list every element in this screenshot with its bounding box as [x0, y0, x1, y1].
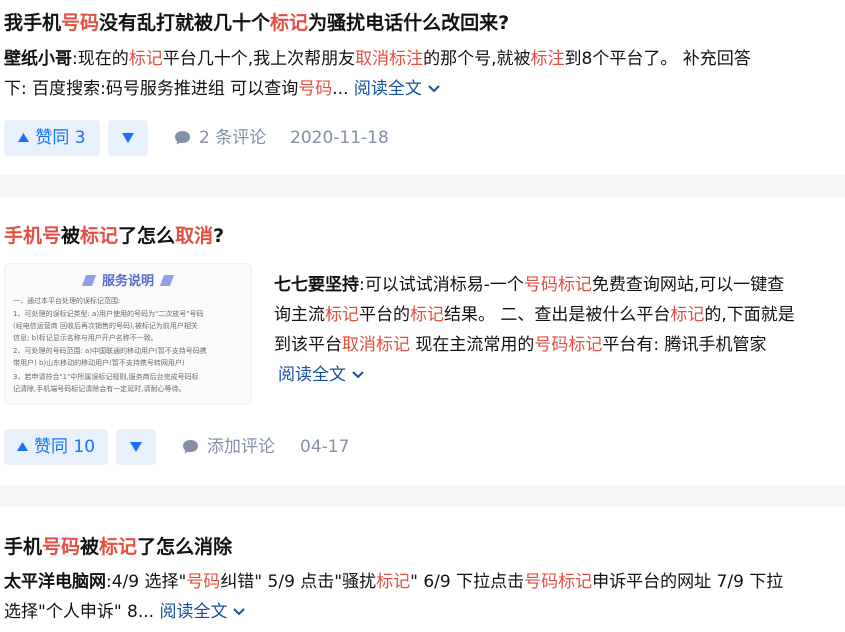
result-date-2: 04-17: [300, 437, 350, 457]
comment-button-2[interactable]: 添加评论: [182, 429, 275, 465]
highlighted-keyword: 标记: [325, 305, 359, 325]
highlighted-keyword: 取消: [175, 225, 214, 247]
text-segment: 申诉平台的网址 7/9 下拉: [592, 572, 784, 592]
thumbnail-line: (经电信运营商 回收后再次销售的号码),被标记为前用户相关: [13, 322, 198, 330]
result-title-3[interactable]: 手机号码被标记了怎么消除: [4, 534, 232, 560]
thumbnail-line: 带用户) b)山东移动的移动用户(暂不支持携号转网用户): [13, 359, 185, 367]
text-segment: 现在主流常用的: [410, 335, 535, 355]
downvote-button-2[interactable]: [116, 429, 156, 465]
thumbnail-title: 服务说明: [5, 270, 251, 289]
upvote-button-2[interactable]: 赞同 10: [4, 429, 108, 465]
thumbnail-line: 2、可处理的号码范围: a)中国联通的移动用户(暂不支持号码携: [13, 347, 207, 355]
highlighted-keyword: 号码标记: [534, 335, 603, 355]
text-segment: 平台几十个,我上次帮朋友: [162, 49, 356, 69]
highlighted-keyword: 标记: [128, 49, 163, 69]
highlighted-keyword: 取消标记: [342, 335, 410, 355]
highlighted-keyword: 号码标记: [523, 275, 592, 295]
text-segment: 我手机: [4, 12, 62, 34]
downvote-triangle-icon: [130, 442, 142, 452]
text-segment: 没有乱打就被几十个: [99, 12, 271, 34]
text-segment: ...: [332, 79, 349, 99]
comment-bubble-icon: [183, 440, 198, 454]
highlighted-keyword: 号码: [61, 12, 100, 34]
text-segment: 询主流: [274, 305, 325, 325]
thumbnail-line: 一、通过本平台处理的误标记范围:: [13, 297, 121, 305]
result-excerpt-1: 壁纸小哥:现在的标记平台几十个,我上次帮朋友取消标注的那个号,就被标注到8个平台…: [4, 44, 844, 104]
highlighted-keyword: 号码: [298, 79, 333, 99]
text-segment: 下: 百度搜索:码号服务推进组 可以查询: [4, 79, 299, 99]
search-results-page: 我手机号码没有乱打就被几十个标记为骚扰电话什么改回来? 壁纸小哥:现在的标记平台…: [0, 0, 845, 632]
result-card-1: 我手机号码没有乱打就被几十个标记为骚扰电话什么改回来? 壁纸小哥:现在的标记平台…: [0, 0, 845, 175]
text-segment: 结果。 二、查出是被什么平台: [444, 305, 671, 325]
text-segment: 的,下面就是: [704, 305, 795, 325]
text-segment: ?: [213, 225, 225, 247]
upvote-triangle-icon: [16, 442, 28, 451]
text-segment: 了怎么: [118, 225, 176, 247]
result-thumbnail-2[interactable]: 服务说明 一、通过本平台处理的误标记范围: 1、可处理的误标记类型: a)用户使…: [4, 263, 252, 405]
text-segment: " 6/9 下拉点击: [410, 572, 525, 592]
text-segment: 了怎么消除: [137, 536, 233, 558]
read-more-link-3[interactable]: 阅读全文: [159, 602, 247, 622]
text-segment: 免费查询网站,可以一键查: [591, 275, 785, 295]
separator-1: [0, 175, 845, 197]
upvote-button-1[interactable]: 赞同 3: [4, 120, 100, 156]
thumbnail-line: 信息; b)标记显示名称与用户开户名称不一致。: [13, 334, 158, 342]
text-segment: 平台有: 腾讯手机管家: [602, 335, 767, 355]
result-author-2[interactable]: 七七要坚持: [274, 275, 359, 295]
highlighted-keyword: 标注: [530, 49, 565, 69]
read-more-link-2[interactable]: 阅读全文: [278, 365, 366, 385]
text-segment: 平台的: [359, 305, 410, 325]
thumbnail-line: 1、可处理的误标记类型: a)用户使用的号码为"二次放号"号码: [13, 310, 204, 318]
upvote-triangle-icon: [18, 133, 30, 142]
chevron-down-icon: [233, 608, 246, 616]
highlighted-keyword: 号码: [186, 572, 221, 592]
highlighted-keyword: 标记: [410, 305, 444, 325]
thumbnail-line: 3、若申请符合"1"中所属误标记规则,服务商后台完成号码标: [13, 373, 199, 381]
result-author-1[interactable]: 壁纸小哥: [4, 49, 72, 69]
downvote-button-1[interactable]: [108, 120, 148, 156]
text-segment: 的那个号,就被: [423, 49, 531, 69]
text-segment: 为骚扰电话什么改回来?: [308, 12, 510, 34]
highlighted-keyword: 标记: [376, 572, 411, 592]
downvote-triangle-icon: [122, 133, 134, 143]
text-segment: 纠错" 5/9 点击"骚扰: [220, 572, 377, 592]
highlighted-keyword: 标记: [670, 305, 705, 325]
result-excerpt-3: 太平洋电脑网:4/9 选择"号码纠错" 5/9 点击"骚扰标记" 6/9 下拉点…: [4, 567, 844, 627]
decoration-icon-left: [81, 275, 96, 286]
highlighted-keyword: 标记: [99, 536, 138, 558]
chevron-down-icon: [428, 85, 440, 93]
result-card-3: 手机号码被标记了怎么消除 太平洋电脑网:4/9 选择"号码纠错" 5/9 点击"…: [0, 507, 845, 632]
text-segment: :4/9 选择": [106, 572, 187, 592]
text-segment: 到8个平台了。 补充回答: [564, 49, 751, 69]
separator-2: [0, 485, 845, 507]
result-title-2[interactable]: 手机号被标记了怎么取消?: [4, 223, 224, 249]
decoration-icon-right: [159, 275, 175, 286]
text-segment: 手机: [4, 536, 43, 558]
result-author-3[interactable]: 太平洋电脑网: [4, 572, 106, 592]
text-segment: 到该平台: [274, 335, 342, 355]
highlighted-keyword: 标记: [270, 12, 309, 34]
highlighted-keyword: 号码标记: [524, 572, 593, 592]
highlighted-keyword: 标记: [80, 225, 119, 247]
chevron-down-icon: [352, 371, 364, 379]
text-segment: :现在的: [72, 49, 129, 69]
comment-bubble-icon: [175, 131, 190, 145]
text-segment: 被: [80, 536, 100, 558]
result-title-1[interactable]: 我手机号码没有乱打就被几十个标记为骚扰电话什么改回来?: [4, 10, 509, 36]
highlighted-keyword: 手机号: [4, 225, 62, 247]
highlighted-keyword: 号码: [42, 536, 81, 558]
result-date-1: 2020-11-18: [290, 128, 389, 148]
comment-button-1[interactable]: 2 条评论: [174, 120, 266, 156]
text-segment: :可以试试消标易-一个: [359, 275, 524, 295]
thumbnail-line: 记清除,手机端号码标记清除会有一定延时,请耐心等待。: [13, 385, 186, 393]
read-more-link-1[interactable]: 阅读全文: [354, 79, 442, 99]
text-segment: 被: [61, 225, 81, 247]
result-excerpt-2: 七七要坚持:可以试试消标易-一个号码标记免费查询网站,可以一键查 询主流标记平台…: [274, 270, 844, 390]
text-segment: 选择"个人申诉" 8...: [4, 602, 155, 622]
highlighted-keyword: 取消标注: [355, 49, 424, 69]
